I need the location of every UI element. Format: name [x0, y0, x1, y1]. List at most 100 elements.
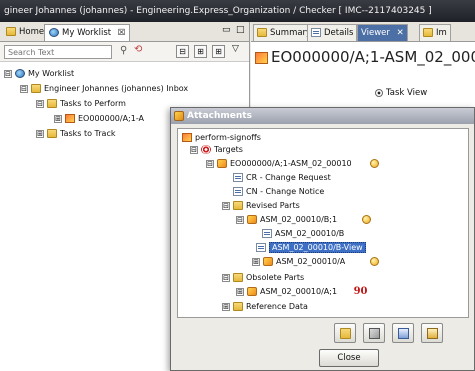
paste-attachment-button[interactable]	[421, 323, 443, 343]
bom-icon	[262, 229, 272, 238]
dialog-title-bar[interactable]: Attachments	[171, 108, 474, 124]
collapse-icon[interactable]: ⊟	[36, 99, 44, 108]
copy-attachment-button[interactable]	[392, 323, 414, 343]
tree-item-change-notice[interactable]: CN - Change Notice	[233, 186, 324, 198]
attachments-dialog: Attachments perform-signoffs ⊟ Targets ⊟ E…	[170, 107, 475, 371]
window-title-bar: gineer Johannes (johannes) - Engineering…	[0, 0, 475, 22]
tab-home[interactable]: Home	[2, 24, 48, 41]
target-icon	[201, 145, 211, 154]
dialog-title: Attachments	[187, 111, 252, 121]
tree-item-label: Reference Data	[246, 302, 308, 311]
obsolete-marker: 90	[353, 286, 368, 297]
folder-icon	[47, 129, 57, 138]
expand-icon[interactable]: ⊞	[252, 257, 260, 266]
search-icon[interactable]: ⚲	[120, 45, 127, 56]
tree-item-label: Tasks to Track	[60, 129, 116, 138]
tab-details[interactable]: Details	[307, 24, 358, 41]
home-icon	[6, 27, 16, 36]
tree-item-eo-task[interactable]: ⊞ EO000000/A;1-A	[54, 113, 144, 125]
close-button[interactable]: Close	[319, 349, 379, 367]
tree-item-eo-target[interactable]: ⊟ EO000000/A;1-ASM_02_00010	[206, 158, 380, 170]
tab-close-icon[interactable]: ☒	[118, 28, 126, 38]
tab-viewer[interactable]: Viewer ✕	[357, 24, 408, 41]
tree-item-asm-a1[interactable]: ⊞ ASM_02_00010/A;1 90	[236, 286, 368, 298]
tab-viewer-label: Viewer	[361, 28, 390, 38]
viewer-close-icon[interactable]: ✕	[397, 28, 404, 38]
tree-item-label: Targets	[214, 145, 243, 154]
expand-selected-button[interactable]: ⊞	[212, 45, 225, 58]
attachments-tree: perform-signoffs ⊟ Targets ⊟ EO000000/A;1-…	[177, 128, 469, 318]
collapse-all-button[interactable]: ⊟	[176, 45, 189, 58]
cut-attachment-button[interactable]	[363, 323, 385, 343]
tree-item-obsolete-parts[interactable]: ⊟ Obsolete Parts	[222, 272, 304, 284]
collapse-icon[interactable]: ⊟	[206, 159, 214, 168]
tree-item-tasks-to-perform[interactable]: ⊟ Tasks to Perform	[36, 98, 126, 110]
tree-item-label: Obsolete Parts	[246, 273, 305, 282]
status-icon	[370, 159, 380, 168]
tab-details-label: Details	[324, 28, 354, 38]
tree-item-label: perform-signoffs	[195, 133, 261, 142]
tree-item-reference-data[interactable]: ⊞ Reference Data	[222, 301, 308, 313]
clear-search-icon[interactable]: ⟲	[134, 44, 142, 55]
collapse-icon[interactable]: ⊟	[4, 69, 12, 78]
change-object-icon	[255, 51, 268, 64]
tree-item-inbox[interactable]: ⊟ Engineer Johannes (johannes) Inbox	[20, 83, 188, 95]
object-header: EO000000/A;1-ASM_02_000	[255, 48, 475, 66]
tree-item-my-worklist[interactable]: ⊟ My Worklist	[4, 68, 74, 80]
bom-view-icon	[256, 243, 266, 252]
tab-home-label: Home	[19, 27, 45, 37]
tree-item-label: Revised Parts	[246, 201, 300, 210]
radio-selected-icon	[375, 88, 383, 97]
collapse-icon[interactable]: ⊟	[222, 273, 230, 282]
folder-icon	[31, 84, 41, 93]
search-input[interactable]	[4, 45, 112, 59]
status-icon	[369, 257, 379, 266]
tree-item-label: Engineer Johannes (johannes) Inbox	[44, 84, 189, 93]
tree-item-label: ASM_02_00010/B	[275, 229, 345, 238]
tree-item-revised-parts[interactable]: ⊟ Revised Parts	[222, 200, 300, 212]
tree-item-label-selected: ASM_02_00010/B-View	[269, 242, 366, 253]
item-revision-icon	[263, 257, 273, 266]
item-revision-icon	[247, 215, 257, 224]
view-menu-icon[interactable]: ▽	[232, 44, 239, 54]
tree-item-perform-signoffs[interactable]: perform-signoffs	[182, 132, 261, 144]
tree-item-asm-b[interactable]: ASM_02_00010/B	[262, 228, 344, 240]
tab-my-worklist[interactable]: My Worklist ☒	[44, 24, 131, 41]
tree-item-asm-a[interactable]: ⊞ ASM_02_00010/A	[252, 256, 379, 268]
expand-all-button[interactable]: ⊞	[194, 45, 207, 58]
minimize-icon[interactable]: ▭	[222, 25, 231, 35]
tab-summary[interactable]: Summary	[253, 24, 316, 41]
tree-item-label: CN - Change Notice	[246, 187, 325, 196]
expand-icon[interactable]: ⊞	[222, 302, 230, 311]
details-icon	[311, 28, 321, 37]
task-view-radio[interactable]: Task View	[375, 88, 427, 98]
maximize-icon[interactable]: □	[236, 25, 245, 35]
tab-impact-label: Im	[436, 28, 447, 38]
tree-item-asm-b-view[interactable]: ASM_02_00010/B-View	[256, 242, 366, 254]
open-attachment-button[interactable]	[334, 323, 356, 343]
tree-item-change-request[interactable]: CR - Change Request	[233, 172, 331, 184]
copy-icon	[398, 328, 409, 339]
worklist-icon	[49, 28, 59, 37]
collapse-icon[interactable]: ⊟	[236, 215, 244, 224]
expand-icon[interactable]: ⊞	[54, 114, 62, 123]
tree-item-label: EO000000/A;1-A	[78, 114, 145, 123]
tree-item-asm-b1[interactable]: ⊟ ASM_02_00010/B;1	[236, 214, 371, 226]
relation-icon	[233, 187, 243, 196]
tab-summary-label: Summary	[270, 28, 312, 38]
change-object-icon	[217, 159, 227, 168]
task-view-label: Task View	[386, 88, 428, 98]
tab-impact[interactable]: Im	[419, 24, 451, 41]
collapse-icon[interactable]: ⊟	[20, 84, 28, 93]
tree-item-label: ASM_02_00010/A	[276, 257, 346, 266]
paste-icon	[427, 328, 438, 339]
tree-item-label: My Worklist	[28, 69, 75, 78]
impact-icon	[423, 28, 433, 37]
expand-icon[interactable]: ⊞	[36, 129, 44, 138]
collapse-icon[interactable]: ⊟	[190, 145, 198, 154]
tree-item-tasks-to-track[interactable]: ⊞ Tasks to Track	[36, 128, 115, 140]
expand-icon[interactable]: ⊞	[236, 287, 244, 296]
relation-icon	[233, 173, 243, 182]
tree-item-targets[interactable]: ⊟ Targets	[190, 144, 243, 156]
collapse-icon[interactable]: ⊟	[222, 201, 230, 210]
